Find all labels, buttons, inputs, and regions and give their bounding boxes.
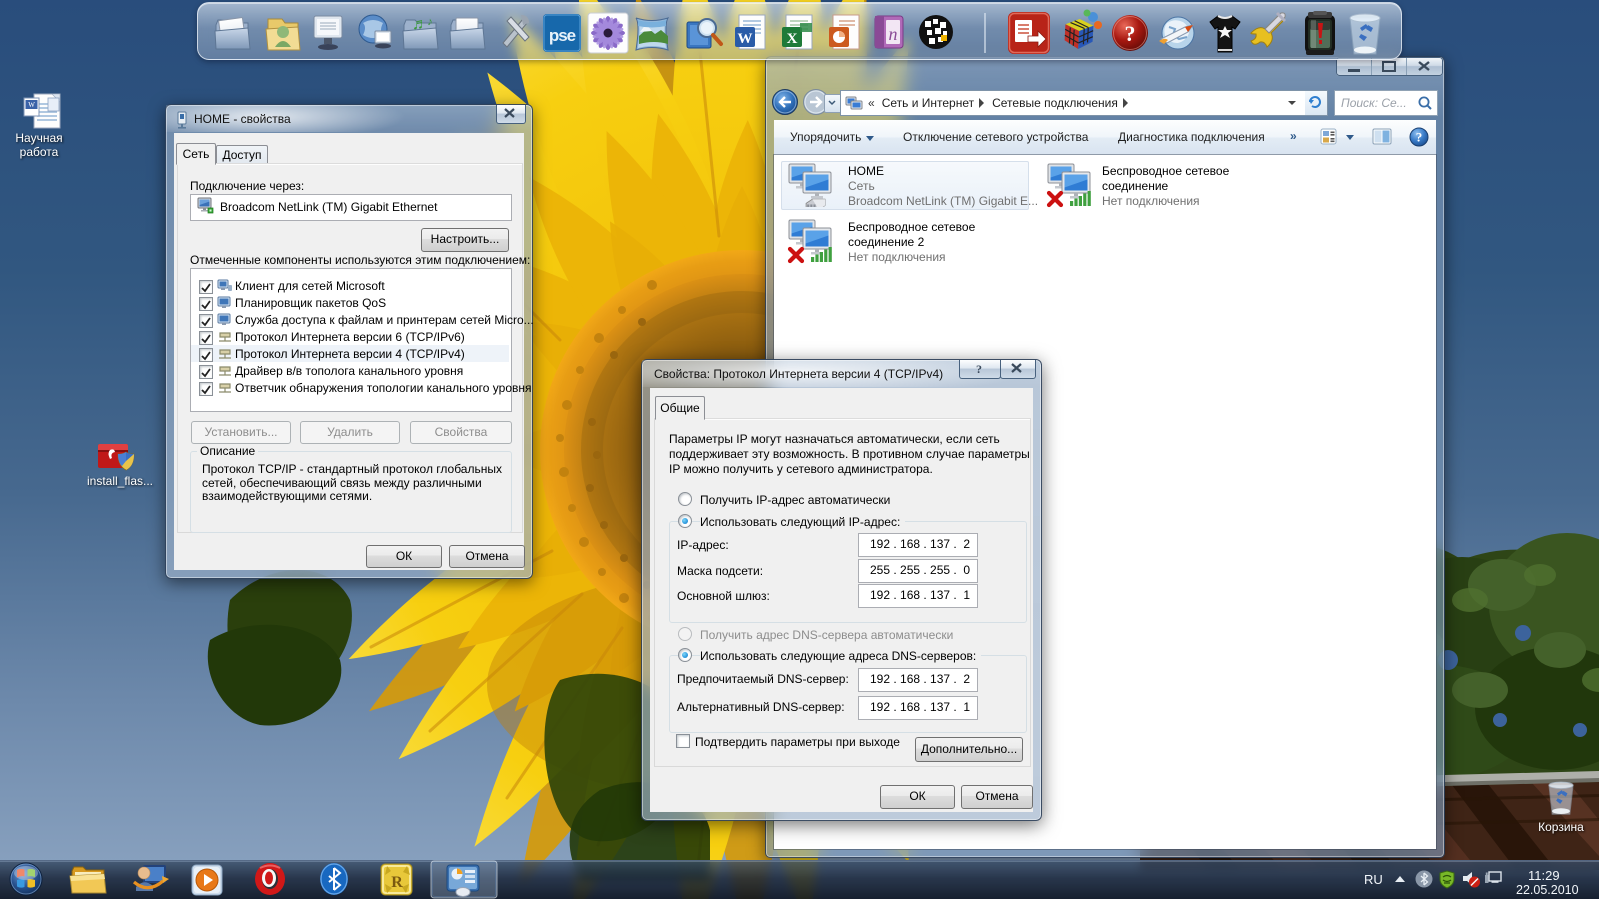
svg-text:22.05.2010: 22.05.2010 xyxy=(1516,883,1579,897)
svg-text:?: ? xyxy=(976,362,982,376)
svg-text:n: n xyxy=(889,24,898,44)
svg-text:♪: ♪ xyxy=(427,16,433,28)
svg-text:W: W xyxy=(738,31,753,47)
svg-text:RU: RU xyxy=(1364,872,1383,887)
svg-text:R: R xyxy=(391,874,403,891)
svg-text:X: X xyxy=(787,31,798,47)
svg-text:?: ? xyxy=(1416,130,1423,145)
svg-text:?: ? xyxy=(1125,21,1136,46)
svg-text:pse: pse xyxy=(549,26,576,45)
svg-text:W: W xyxy=(28,101,35,109)
svg-text:♬: ♬ xyxy=(412,16,428,33)
svg-text:11:29: 11:29 xyxy=(1528,868,1560,883)
